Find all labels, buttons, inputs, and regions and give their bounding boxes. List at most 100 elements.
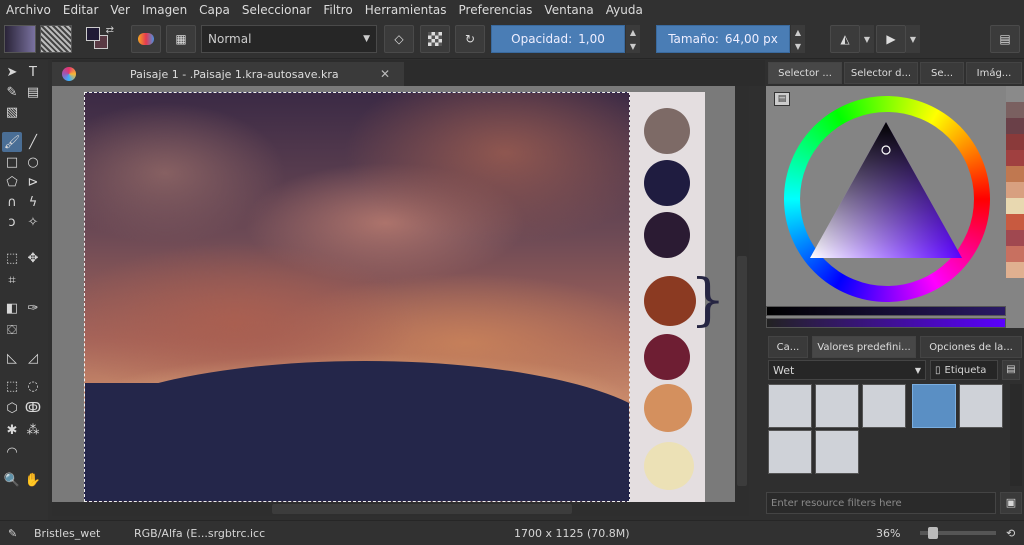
multibrush-tool-icon[interactable]: ✧ (23, 212, 43, 232)
gradient-tool-icon[interactable]: ◧ (2, 298, 22, 318)
pattern-edit-tool-icon[interactable]: ▧ (2, 102, 22, 122)
recent-color-swatch[interactable] (1006, 262, 1024, 278)
menu-ver[interactable]: Ver (110, 3, 130, 17)
opacity-spinner[interactable]: ▲ ▼ (626, 25, 640, 53)
saturation-bar[interactable] (766, 318, 1006, 328)
menu-editar[interactable]: Editar (63, 3, 99, 17)
recent-color-swatch[interactable] (1006, 118, 1024, 134)
canvas-area[interactable]: } (52, 86, 749, 502)
recent-color-swatch[interactable] (1006, 166, 1024, 182)
brush-preset-5[interactable] (959, 384, 1003, 428)
pan-tool-icon[interactable]: ✋ (23, 470, 43, 490)
brush-preset-1[interactable] (768, 384, 812, 428)
brush-settings-button[interactable]: ▦ (166, 25, 196, 53)
dynamic-brush-tool-icon[interactable]: ↄ (2, 212, 22, 232)
calligraphy-tool-icon[interactable]: ▤ (23, 82, 43, 102)
arrow-down-icon[interactable]: ▼ (795, 42, 801, 51)
painting-canvas[interactable] (84, 92, 630, 502)
menu-ventana[interactable]: Ventana (544, 3, 593, 17)
zoom-tool-icon[interactable]: 🔍 (2, 470, 22, 490)
zoom-slider[interactable] (920, 527, 996, 539)
transform-tool-icon[interactable]: ⬚ (2, 248, 22, 268)
recent-color-swatch[interactable] (1006, 86, 1024, 102)
text-tool-icon[interactable]: T (23, 62, 43, 82)
presets-scrollbar[interactable] (1010, 384, 1022, 486)
mirror-vertical-button[interactable]: ▶ (876, 25, 906, 53)
swap-colors-icon[interactable]: ⇄ (106, 25, 114, 36)
tag-select[interactable]: ▯ Etiqueta (930, 360, 998, 380)
opacity-slider[interactable]: Opacidad: 1,00 (491, 25, 625, 53)
menu-seleccionar[interactable]: Seleccionar (242, 3, 311, 17)
tab-layers[interactable]: Ca... (768, 336, 808, 358)
recent-color-swatch[interactable] (1006, 150, 1024, 166)
hue-wheel[interactable] (784, 96, 990, 302)
edit-shapes-tool-icon[interactable]: ✎ (2, 82, 22, 102)
mirror-horizontal-button[interactable]: ◭ (830, 25, 860, 53)
foreground-color-swatch[interactable] (86, 27, 100, 41)
recent-color-swatch[interactable] (1006, 214, 1024, 230)
menu-archivo[interactable]: Archivo (6, 3, 51, 17)
select-shapes-tool-icon[interactable]: ➤ (2, 62, 22, 82)
blend-mode-select[interactable]: Normal ▼ (201, 25, 377, 53)
brush-preset-6[interactable] (768, 430, 812, 474)
rotate-canvas-icon[interactable]: ⟲ (1006, 527, 1015, 540)
recent-color-swatch[interactable] (1006, 230, 1024, 246)
tab-color-selector[interactable]: Selector d... (844, 62, 918, 84)
bezier-tool-icon[interactable]: ∩ (2, 192, 22, 212)
recent-color-swatch[interactable] (1006, 246, 1024, 262)
brush-preset-7[interactable] (815, 430, 859, 474)
polygonal-selection-tool-icon[interactable]: ⬡ (2, 398, 22, 418)
freehand-brush-tool-icon[interactable]: 🖌 (2, 132, 22, 152)
polygon-tool-icon[interactable]: ⬠ (2, 172, 22, 192)
line-tool-icon[interactable]: ╱ (23, 132, 43, 152)
workspace-button[interactable]: ▤ (990, 25, 1020, 53)
close-tab-icon[interactable]: ✕ (380, 67, 390, 81)
color-picker-tool-icon[interactable]: ✑ (23, 298, 43, 318)
save-filter-button[interactable]: ▣ (1000, 492, 1022, 514)
preset-view-options-button[interactable]: ▤ (1002, 360, 1020, 380)
menu-herramientas[interactable]: Herramientas (365, 3, 447, 17)
eraser-mode-button[interactable]: ◇ (384, 25, 414, 53)
arrow-down-icon[interactable]: ▼ (630, 42, 636, 51)
size-spinner[interactable]: ▲ ▼ (791, 25, 805, 53)
arrow-up-icon[interactable]: ▲ (795, 28, 801, 37)
rectangular-selection-tool-icon[interactable]: ⬚ (2, 376, 22, 396)
recent-color-swatch[interactable] (1006, 198, 1024, 214)
size-slider[interactable]: Tamaño: 64,00 px (656, 25, 790, 53)
mirror-vertical-options[interactable]: ▼ (906, 25, 920, 53)
vertical-scrollbar-thumb[interactable] (737, 256, 747, 486)
saturation-value-triangle[interactable] (800, 112, 974, 286)
polyline-tool-icon[interactable]: ⊳ (23, 172, 43, 192)
tab-specific-selector[interactable]: Se... (920, 62, 964, 84)
reload-preset-button[interactable]: ↻ (455, 25, 485, 53)
crop-tool-icon[interactable]: ⌗ (2, 270, 22, 290)
pattern-selector[interactable] (40, 25, 72, 53)
preserve-alpha-button[interactable] (420, 25, 450, 53)
brush-preset-4-selected[interactable] (912, 384, 956, 428)
vertical-scrollbar[interactable] (735, 86, 749, 502)
zoom-slider-handle[interactable] (928, 527, 938, 539)
resource-filter-input[interactable]: Enter resource filters here (766, 492, 996, 514)
brush-preset-2[interactable] (815, 384, 859, 428)
brush-preset-3[interactable] (862, 384, 906, 428)
measure-tool-icon[interactable]: ◿ (23, 348, 43, 368)
rectangle-tool-icon[interactable]: □ (2, 152, 22, 172)
bezier-selection-tool-icon[interactable]: ◠ (2, 442, 22, 462)
gradient-selector[interactable] (4, 25, 36, 53)
brush-presets-button[interactable] (131, 25, 161, 53)
arrow-up-icon[interactable]: ▲ (630, 28, 636, 37)
freehand-selection-tool-icon[interactable]: ↂ (23, 398, 43, 418)
elliptical-selection-tool-icon[interactable]: ◌ (23, 376, 43, 396)
move-tool-icon[interactable]: ✥ (23, 248, 43, 268)
menu-filtro[interactable]: Filtro (323, 3, 352, 17)
horizontal-scrollbar-thumb[interactable] (272, 504, 572, 514)
menu-ayuda[interactable]: Ayuda (606, 3, 643, 17)
contiguous-selection-tool-icon[interactable]: ✱ (2, 420, 22, 440)
menu-capa[interactable]: Capa (199, 3, 230, 17)
document-tab[interactable]: Paisaje 1 - .Paisaje 1.kra-autosave.kra … (52, 62, 404, 86)
recent-color-swatch[interactable] (1006, 134, 1024, 150)
menu-imagen[interactable]: Imagen (142, 3, 187, 17)
fill-tool-icon[interactable]: ⛋ (2, 320, 22, 340)
tab-image-docker[interactable]: Imág... (966, 62, 1022, 84)
foreground-background-colors[interactable]: ⇄ (84, 25, 116, 53)
